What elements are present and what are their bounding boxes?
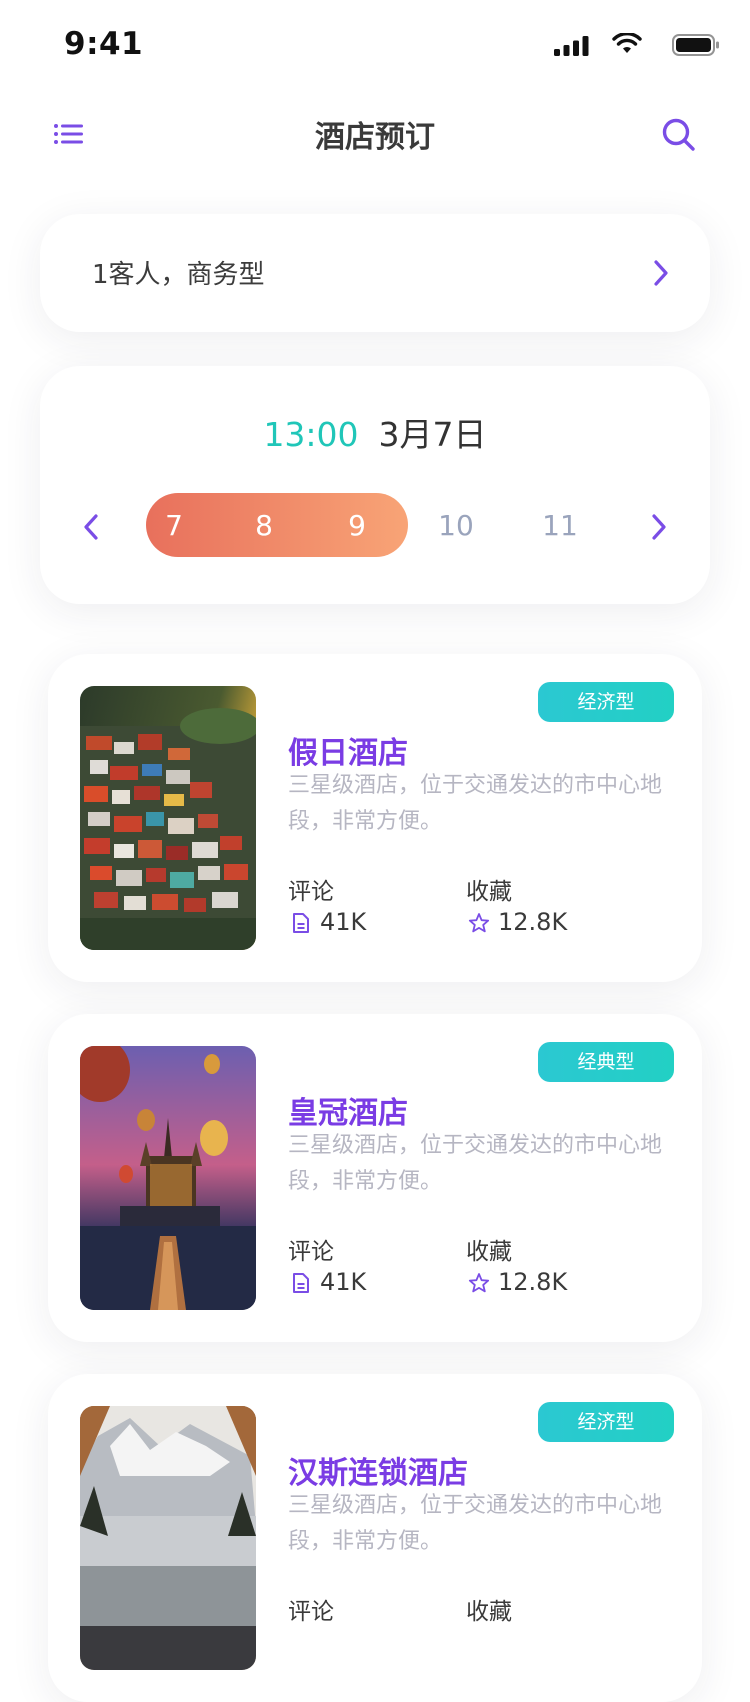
date-selector: 13:00 3月7日 7 8 9 10 11 <box>40 366 710 604</box>
favorites-count: 12.8K <box>498 1268 568 1296</box>
document-icon <box>293 1273 309 1293</box>
hotel-photo <box>80 686 256 950</box>
chevron-right-icon <box>654 260 668 286</box>
comments-label: 评论 <box>288 1599 334 1625</box>
search-icon[interactable] <box>660 116 698 154</box>
day-9[interactable]: 9 <box>337 509 377 542</box>
hotel-name: 假日酒店 <box>288 736 408 771</box>
favorites-label: 收藏 <box>466 1239 512 1265</box>
hotel-card[interactable]: 经济型 汉斯连锁酒店 三星级酒店，位于交通发达的市中心地段，非常方便。 评论 收… <box>48 1374 702 1702</box>
chevron-left-icon[interactable] <box>82 512 100 542</box>
status-bar: 9:41 <box>0 0 750 92</box>
hotel-description: 三星级酒店，位于交通发达的市中心地段，非常方便。 <box>288 1493 663 1554</box>
day-8[interactable]: 8 <box>244 509 284 542</box>
hotel-description: 三星级酒店，位于交通发达的市中心地段，非常方便。 <box>288 773 663 834</box>
status-time: 9:41 <box>64 26 144 62</box>
page-title: 酒店预订 <box>315 120 435 155</box>
guest-summary: 1客人，商务型 <box>92 260 265 290</box>
checkin-date: 3月7日 <box>378 415 487 454</box>
star-icon[interactable] <box>468 1272 490 1294</box>
comments-label: 评论 <box>288 879 334 905</box>
hotel-type-badge: 经济型 <box>538 1402 674 1442</box>
chevron-right-icon[interactable] <box>650 512 668 542</box>
comments-label: 评论 <box>288 1239 334 1265</box>
favorites-label: 收藏 <box>466 879 512 905</box>
favorites-count: 12.8K <box>498 908 568 936</box>
signal-icon <box>554 36 589 56</box>
day-10[interactable]: 10 <box>436 509 476 542</box>
comments-count: 41K <box>320 1268 367 1296</box>
day-11[interactable]: 11 <box>540 509 580 542</box>
hotel-type-badge: 经典型 <box>538 1042 674 1082</box>
date-header: 13:00 3月7日 <box>40 408 710 456</box>
checkin-time: 13:00 <box>263 415 359 454</box>
hotel-photo <box>80 1046 256 1310</box>
document-icon <box>293 913 309 933</box>
guest-selector[interactable]: 1客人，商务型 <box>40 214 710 332</box>
hotel-card[interactable]: 经济型 假日酒店 三星级酒店，位于交通发达的市中心地段，非常方便。 评论 收藏 … <box>48 654 702 982</box>
hotel-name: 汉斯连锁酒店 <box>288 1456 468 1491</box>
comments-count: 41K <box>320 908 367 936</box>
favorites-label: 收藏 <box>466 1599 512 1625</box>
hotel-photo <box>80 1406 256 1670</box>
hotel-type-badge: 经济型 <box>538 682 674 722</box>
battery-icon <box>672 34 719 56</box>
wifi-icon <box>612 33 642 53</box>
hotel-description: 三星级酒店，位于交通发达的市中心地段，非常方便。 <box>288 1133 663 1194</box>
day-7[interactable]: 7 <box>154 509 194 542</box>
nav-bar: 酒店预订 <box>0 100 750 170</box>
hotel-card[interactable]: 经典型 皇冠酒店 三星级酒店，位于交通发达的市中心地段，非常方便。 评论 收藏 … <box>48 1014 702 1342</box>
star-icon[interactable] <box>468 912 490 934</box>
hotel-name: 皇冠酒店 <box>288 1096 408 1131</box>
